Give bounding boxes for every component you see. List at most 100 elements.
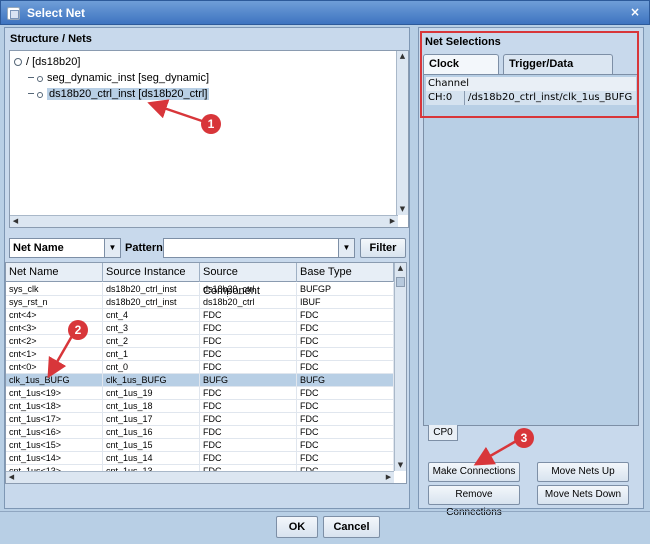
table-cell: cnt<2> [6, 335, 103, 348]
tab-cp0[interactable]: CP0 [428, 425, 458, 441]
table-cell: FDC [200, 387, 297, 400]
table-row[interactable]: cnt_1us<19> cnt_1us_19 FDC FDC [6, 387, 394, 400]
table-cell: FDC [297, 348, 394, 361]
move-nets-up-button[interactable]: Move Nets Up [537, 462, 629, 482]
column-header[interactable]: Net Name [6, 263, 103, 282]
table-cell: cnt_0 [103, 361, 200, 374]
table-cell: clk_1us_BUFG [103, 374, 200, 387]
table-cell: cnt<3> [6, 322, 103, 335]
table-horizontal-scrollbar[interactable]: ◀ ▶ [6, 471, 394, 483]
tree-node-label: ds18b20_ctrl_inst [ds18b20_ctrl] [47, 88, 210, 100]
table-cell: cnt_1us_18 [103, 400, 200, 413]
scroll-down-icon[interactable]: ▼ [395, 460, 406, 471]
tree-node-label: seg_dynamic_inst [seg_dynamic] [47, 72, 210, 84]
table-cell: BUFGP [297, 283, 394, 296]
table-cell: FDC [200, 309, 297, 322]
table-header: Net Name Source Instance Source Componen… [6, 263, 394, 297]
scroll-up-icon[interactable]: ▲ [397, 51, 408, 62]
table-cell: cnt_2 [103, 335, 200, 348]
title-bar: Select Net × [0, 0, 650, 25]
field-select[interactable]: Net Name ▼ [9, 238, 121, 258]
table-cell: FDC [297, 361, 394, 374]
table-cell: FDC [297, 387, 394, 400]
table-row[interactable]: cnt_1us<15> cnt_1us_15 FDC FDC [6, 439, 394, 452]
scroll-right-icon[interactable]: ▶ [387, 216, 398, 227]
scroll-left-icon[interactable]: ◀ [6, 472, 17, 483]
ok-button[interactable]: OK [276, 516, 318, 538]
scroll-right-icon[interactable]: ▶ [383, 472, 394, 483]
structure-tree[interactable]: / [ds18b20] seg_dynamic_inst [seg_dynami… [9, 50, 409, 228]
table-cell: FDC [297, 426, 394, 439]
table-cell: FDC [297, 452, 394, 465]
table-vertical-scrollbar[interactable]: ▲ ▼ [394, 263, 406, 471]
table-row[interactable]: sys_rst_n ds18b20_ctrl_inst ds18b20_ctrl IB… [6, 296, 394, 309]
table-cell: BUFG [200, 374, 297, 387]
table-row[interactable]: clk_1us_BUFG clk_1us_BUFG BUFG BUFG [6, 374, 394, 387]
table-cell: IBUF [297, 296, 394, 309]
filter-button[interactable]: Filter [360, 238, 406, 258]
tree-node-seg-dynamic[interactable]: seg_dynamic_inst [seg_dynamic] [28, 70, 209, 86]
table-cell: cnt_1us_16 [103, 426, 200, 439]
dialog-client: Structure / Nets / [ds18b20] seg_dynamic… [0, 25, 650, 544]
field-select-value: Net Name [13, 242, 64, 254]
chevron-down-icon[interactable]: ▼ [338, 239, 354, 257]
table-row[interactable]: cnt<1> cnt_1 FDC FDC [6, 348, 394, 361]
channel-list[interactable]: Channel CH:0 /ds18b20_ctrl_inst/clk_1us_… [426, 77, 636, 421]
table-cell: FDC [200, 361, 297, 374]
table-row[interactable]: cnt_1us<16> cnt_1us_16 FDC FDC [6, 426, 394, 439]
table-row[interactable]: cnt_1us<18> cnt_1us_18 FDC FDC [6, 400, 394, 413]
structure-label: Structure / Nets [10, 33, 92, 45]
column-header[interactable]: Source Instance [103, 263, 200, 282]
move-nets-down-button[interactable]: Move Nets Down [537, 485, 629, 505]
table-cell: sys_rst_n [6, 296, 103, 309]
table-cell: FDC [200, 452, 297, 465]
tree-node-root[interactable]: / [ds18b20] [14, 54, 80, 70]
remove-connections-button[interactable]: Remove Connections [428, 485, 520, 518]
table-cell: FDC [297, 322, 394, 335]
scroll-thumb[interactable] [396, 277, 405, 287]
table-row[interactable]: sys_clk ds18b20_ctrl_inst ds18b20_ctrl BUFG… [6, 283, 394, 296]
tree-branch-icon [28, 93, 34, 94]
column-header[interactable]: Base Type [297, 263, 394, 282]
column-header[interactable]: Source Component [200, 263, 297, 297]
table-cell: cnt_1us_17 [103, 413, 200, 426]
tree-expand-icon[interactable] [14, 58, 22, 66]
scroll-left-icon[interactable]: ◀ [10, 216, 21, 227]
table-row[interactable]: cnt<4> cnt_4 FDC FDC [6, 309, 394, 322]
table-cell: cnt<1> [6, 348, 103, 361]
tree-leaf-icon [37, 92, 43, 98]
table-cell: FDC [200, 335, 297, 348]
scroll-down-icon[interactable]: ▼ [397, 204, 408, 215]
tree-node-ds18b20-ctrl[interactable]: ds18b20_ctrl_inst [ds18b20_ctrl] [28, 86, 210, 102]
pattern-input[interactable]: ▼ [163, 238, 355, 258]
tree-horizontal-scrollbar[interactable]: ◀ ▶ [10, 215, 398, 227]
table-cell: FDC [297, 439, 394, 452]
table-cell: FDC [297, 309, 394, 322]
window-icon [7, 7, 20, 20]
make-connections-button[interactable]: Make Connections [428, 462, 520, 482]
table-row[interactable]: cnt<0> cnt_0 FDC FDC [6, 361, 394, 374]
table-cell: cnt<4> [6, 309, 103, 322]
scroll-up-icon[interactable]: ▲ [395, 263, 406, 274]
annotation-badge-2: 2 [68, 320, 88, 340]
table-cell: cnt_1us<17> [6, 413, 103, 426]
table-row[interactable]: cnt<3> cnt_3 FDC FDC [6, 322, 394, 335]
table-row[interactable]: cnt<2> cnt_2 FDC FDC [6, 335, 394, 348]
table-cell: FDC [297, 413, 394, 426]
table-cell: FDC [200, 426, 297, 439]
table-cell: cnt_1us_14 [103, 452, 200, 465]
table-cell: FDC [200, 322, 297, 335]
footer-divider [0, 511, 650, 512]
table-cell: sys_clk [6, 283, 103, 296]
table-row[interactable]: cnt_1us<17> cnt_1us_17 FDC FDC [6, 413, 394, 426]
table-cell: cnt_1us<19> [6, 387, 103, 400]
clock-signals-tab-body: Channel CH:0 /ds18b20_ctrl_inst/clk_1us_… [423, 74, 639, 426]
tree-vertical-scrollbar[interactable]: ▲ ▼ [396, 51, 408, 215]
close-button[interactable]: × [627, 5, 643, 20]
table-row[interactable]: cnt_1us<14> cnt_1us_14 FDC FDC [6, 452, 394, 465]
table-cell: FDC [200, 439, 297, 452]
tree-branch-icon [28, 77, 34, 78]
cancel-button[interactable]: Cancel [323, 516, 380, 538]
nets-table[interactable]: Net Name Source Instance Source Componen… [5, 262, 407, 484]
chevron-down-icon[interactable]: ▼ [104, 239, 120, 257]
